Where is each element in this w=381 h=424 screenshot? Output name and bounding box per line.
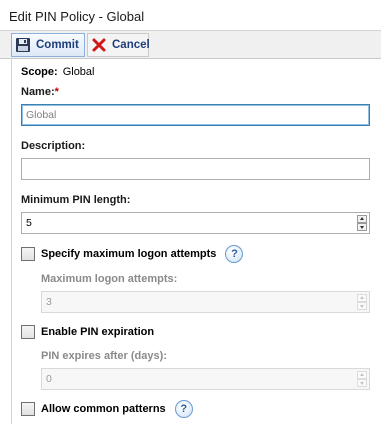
toolbar: Commit Cancel: [0, 31, 381, 59]
spin-down-button[interactable]: [357, 379, 367, 387]
max-logon-checkbox-label: Specify maximum logon attempts: [41, 248, 217, 260]
pin-expires-spinner: [357, 371, 367, 387]
pin-expires-stepper[interactable]: 0: [41, 368, 370, 390]
pin-expiration-checkbox-row: Enable PIN expiration: [21, 325, 154, 339]
help-icon[interactable]: ?: [225, 245, 244, 263]
arrow-up-icon: [360, 296, 364, 299]
min-pin-length-label: Minimum PIN length:: [21, 194, 131, 206]
spin-up-button[interactable]: [357, 294, 367, 302]
cancel-button[interactable]: Cancel: [87, 33, 150, 57]
common-patterns-checkbox-label: Allow common patterns: [41, 403, 166, 415]
window-title: Edit PIN Policy - Global: [9, 9, 145, 24]
min-pin-length-spinner: [357, 215, 367, 231]
save-disk-icon: [15, 37, 31, 53]
max-logon-spinner: [357, 294, 367, 310]
spin-down-button[interactable]: [357, 223, 367, 231]
common-patterns-checkbox-row: Allow common patterns ?: [21, 400, 193, 418]
close-x-icon: [91, 37, 107, 53]
max-logon-checkbox[interactable]: [21, 247, 35, 261]
arrow-down-icon: [360, 226, 364, 229]
description-label: Description:: [21, 140, 86, 152]
max-logon-checkbox-row: Specify maximum logon attempts ?: [21, 245, 244, 263]
cancel-label: Cancel: [112, 39, 150, 51]
scope-value: Global: [62, 66, 95, 78]
pin-expires-label: PIN expires after (days):: [41, 350, 167, 362]
arrow-down-icon: [360, 382, 364, 385]
commit-button[interactable]: Commit: [11, 33, 85, 57]
scope-label: Scope:: [21, 66, 58, 78]
min-pin-length-stepper[interactable]: 5: [21, 212, 370, 234]
pin-expiration-checkbox[interactable]: [21, 325, 35, 339]
pin-expires-value: 0: [46, 373, 52, 385]
arrow-up-icon: [360, 373, 364, 376]
common-patterns-checkbox[interactable]: [21, 402, 35, 416]
spin-down-button[interactable]: [357, 302, 367, 310]
max-logon-value: 3: [46, 296, 52, 308]
name-label-text: Name:: [21, 86, 55, 98]
name-field[interactable]: Global: [21, 104, 370, 126]
spin-up-button[interactable]: [357, 371, 367, 379]
spin-up-button[interactable]: [357, 215, 367, 223]
title-bar: Edit PIN Policy - Global: [0, 0, 381, 31]
help-icon[interactable]: ?: [174, 400, 193, 418]
description-field[interactable]: [21, 158, 370, 180]
required-marker: *: [54, 86, 59, 98]
scope-row: Scope: Global: [21, 66, 94, 78]
max-logon-stepper[interactable]: 3: [41, 291, 370, 313]
pin-expiration-checkbox-label: Enable PIN expiration: [41, 326, 155, 338]
name-label: Name:*: [21, 86, 59, 98]
arrow-down-icon: [360, 305, 364, 308]
arrow-up-icon: [360, 217, 364, 220]
min-pin-length-value: 5: [26, 217, 32, 229]
max-logon-label: Maximum logon attempts:: [41, 273, 178, 285]
commit-label: Commit: [36, 39, 79, 51]
